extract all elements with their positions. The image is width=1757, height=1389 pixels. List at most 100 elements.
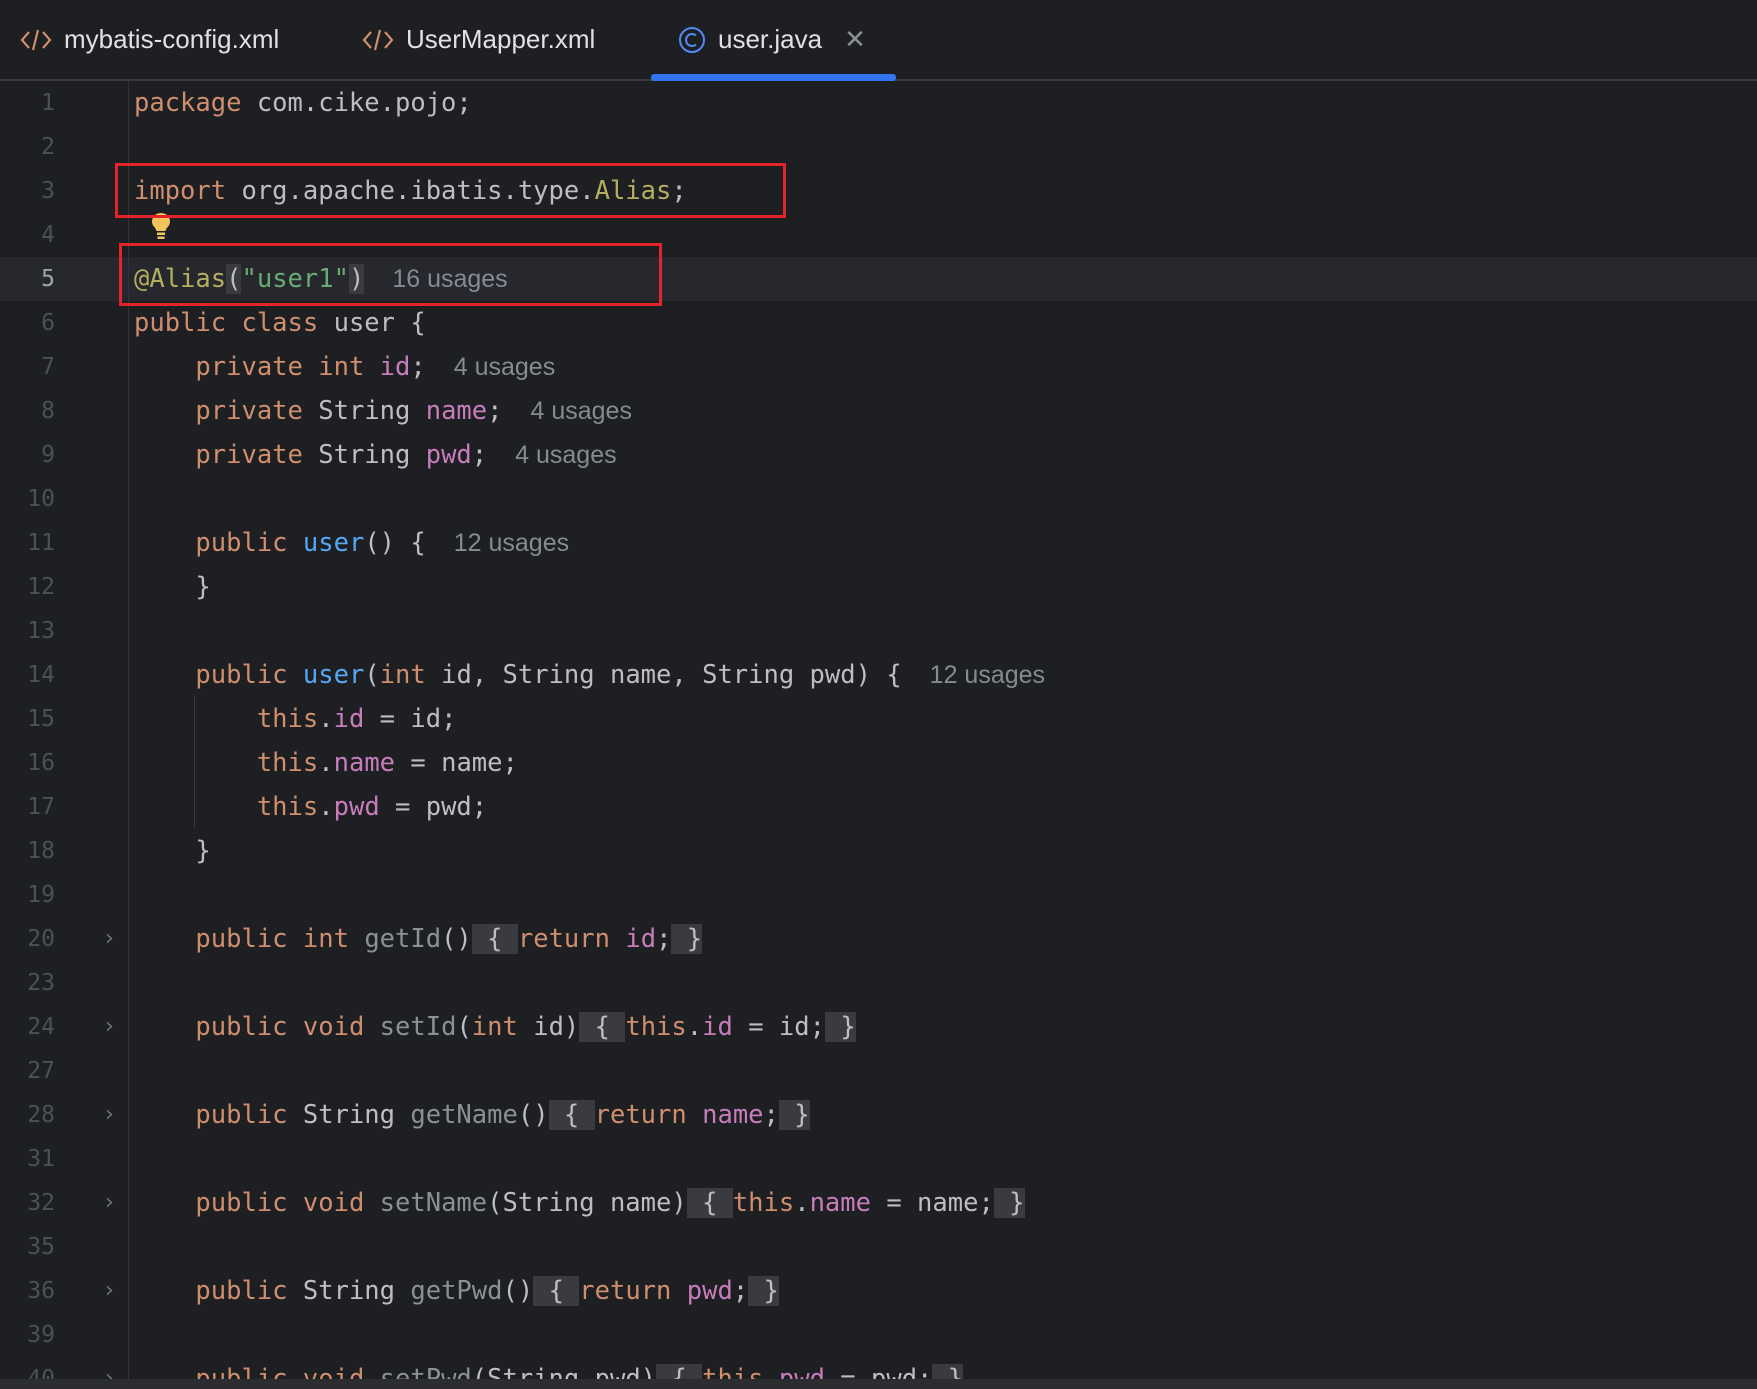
usages-inlay-hint[interactable]: 4 usages [531, 397, 632, 425]
code-line[interactable]: 3 import org.apache.ibatis.type.Alias; [0, 169, 1757, 213]
line-number[interactable]: 1 [0, 81, 55, 125]
line-number[interactable]: 16 [0, 741, 55, 785]
usages-inlay-hint[interactable]: 4 usages [454, 353, 555, 381]
code-line[interactable]: 40 › public void setPwd(String pwd) { thi… [0, 1357, 1757, 1379]
code-line[interactable]: 8 private String name; 4 usages [0, 389, 1757, 433]
line-number[interactable]: 36 [0, 1269, 55, 1313]
line-number[interactable]: 32 [0, 1181, 55, 1225]
code-line[interactable]: 35 [0, 1225, 1757, 1269]
line-number[interactable]: 5 [0, 257, 55, 301]
code-token: { [471, 924, 518, 954]
code-line[interactable]: 20 › public int getId() { return id; } [0, 917, 1757, 961]
line-number[interactable]: 23 [0, 961, 55, 1005]
code-line[interactable]: 24 › public void setId(int id) { this.id … [0, 1005, 1757, 1049]
code-token: public [195, 660, 288, 690]
code-line[interactable]: 31 [0, 1137, 1757, 1181]
line-number[interactable]: 3 [0, 169, 55, 213]
line-number[interactable]: 7 [0, 345, 55, 389]
code-line[interactable]: 13 [0, 609, 1757, 653]
usages-inlay-hint[interactable]: 12 usages [454, 529, 569, 557]
code-token: = pwd; [379, 792, 488, 822]
close-tab-icon[interactable]: ✕ [844, 24, 866, 55]
horizontal-scrollbar[interactable] [0, 1379, 1757, 1389]
line-number[interactable]: 17 [0, 785, 55, 829]
code-line[interactable]: 4 [0, 213, 1757, 257]
code-editor[interactable]: 1 package com.cike.pojo; 2 3 import org.apac… [0, 81, 1757, 1379]
code-line[interactable]: 12 } [0, 565, 1757, 609]
code-line[interactable]: 6 public class user { [0, 301, 1757, 345]
code-token: = name; [871, 1188, 994, 1218]
usages-inlay-hint[interactable]: 12 usages [930, 661, 1045, 689]
code-token: . [686, 1012, 703, 1042]
tab-user-java[interactable]: user.java ✕ [651, 0, 896, 81]
code-line[interactable]: 32 › public void setName(String name) { t… [0, 1181, 1757, 1225]
code-line[interactable]: 5 @Alias("user1") 16 usages [0, 257, 1757, 301]
code-line[interactable]: 23 [0, 961, 1757, 1005]
fold-chevron-icon[interactable]: › [105, 1357, 114, 1379]
fold-chevron-icon[interactable]: › [105, 1093, 114, 1137]
line-number[interactable]: 12 [0, 565, 55, 609]
line-number[interactable]: 13 [0, 609, 55, 653]
code-line[interactable]: 36 › public String getPwd() { return pwd;… [0, 1269, 1757, 1313]
line-number[interactable]: 28 [0, 1093, 55, 1137]
line-number[interactable]: 8 [0, 389, 55, 433]
code-line[interactable]: 16 this.name = name; [0, 741, 1757, 785]
line-number[interactable]: 15 [0, 697, 55, 741]
code-line[interactable]: 17 this.pwd = pwd; [0, 785, 1757, 829]
tab-mybatis-config[interactable]: mybatis-config.xml [20, 0, 279, 79]
line-number[interactable]: 40 [0, 1357, 55, 1379]
code-token: public [195, 528, 288, 558]
code-text: this.pwd = pwd; [134, 785, 487, 829]
line-number[interactable]: 27 [0, 1049, 55, 1093]
line-number[interactable]: 39 [0, 1313, 55, 1357]
code-token: @Alias [134, 264, 227, 294]
code-line[interactable]: 10 [0, 477, 1757, 521]
fold-chevron-icon[interactable]: › [105, 1181, 114, 1225]
line-number[interactable]: 10 [0, 477, 55, 521]
code-line[interactable]: 2 [0, 125, 1757, 169]
code-line[interactable]: 14 public user(int id, String name, Stri… [0, 653, 1757, 697]
code-line[interactable]: 19 [0, 873, 1757, 917]
fold-chevron-icon[interactable]: › [105, 917, 114, 961]
line-number[interactable]: 6 [0, 301, 55, 345]
line-number[interactable]: 14 [0, 653, 55, 697]
code-token: name [425, 396, 488, 426]
code-line[interactable]: 9 private String pwd; 4 usages [0, 433, 1757, 477]
code-token: { [533, 1276, 580, 1306]
code-token: = id; [364, 704, 457, 734]
line-number[interactable]: 35 [0, 1225, 55, 1269]
code-line[interactable]: 1 package com.cike.pojo; [0, 81, 1757, 125]
code-line[interactable]: 18 } [0, 829, 1757, 873]
line-number[interactable]: 11 [0, 521, 55, 565]
code-line[interactable]: 28 › public String getName() { return nam… [0, 1093, 1757, 1137]
code-token: . [763, 1364, 779, 1379]
line-number[interactable]: 4 [0, 213, 55, 257]
line-number[interactable]: 20 [0, 917, 55, 961]
code-token: } [932, 1364, 964, 1379]
code-line[interactable]: 15 this.id = id; [0, 697, 1757, 741]
line-number[interactable]: 18 [0, 829, 55, 873]
code-line[interactable]: 39 [0, 1313, 1757, 1357]
line-number[interactable]: 2 [0, 125, 55, 169]
code-token: public [195, 1100, 288, 1130]
usages-inlay-hint[interactable]: 4 usages [515, 441, 616, 469]
lightbulb-icon[interactable] [150, 211, 172, 246]
code-token: this [256, 748, 319, 778]
code-line[interactable]: 7 private int id; 4 usages [0, 345, 1757, 389]
code-token: pwd [333, 792, 380, 822]
line-number[interactable]: 9 [0, 433, 55, 477]
tab-usermapper[interactable]: UserMapper.xml [362, 0, 595, 79]
code-line[interactable]: 27 [0, 1049, 1757, 1093]
code-line[interactable]: 11 public user() {12 usages [0, 521, 1757, 565]
line-number[interactable]: 19 [0, 873, 55, 917]
fold-chevron-icon[interactable]: › [105, 1269, 114, 1313]
usages-inlay-hint[interactable]: 16 usages [392, 265, 507, 293]
line-number[interactable]: 31 [0, 1137, 55, 1181]
java-class-icon [678, 26, 706, 54]
fold-chevron-icon[interactable]: › [105, 1005, 114, 1049]
line-number[interactable]: 24 [0, 1005, 55, 1049]
